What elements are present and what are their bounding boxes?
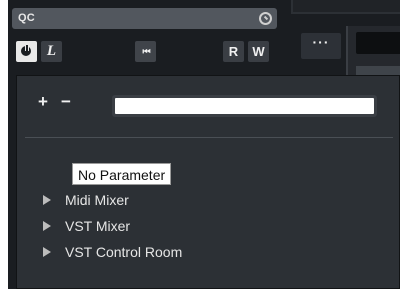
triangle-right-icon[interactable] [43, 195, 51, 206]
triangle-right-icon[interactable] [43, 247, 51, 258]
power-button[interactable] [16, 41, 37, 62]
parameter-selector-popup: + − No Parameter Midi Mixer VST Mixer VS… [16, 75, 400, 289]
tree-item-vst-mixer[interactable]: VST Mixer [43, 216, 130, 236]
remove-button[interactable]: − [61, 93, 71, 111]
right-panel-slot[interactable] [356, 32, 400, 54]
learn-button[interactable]: L [41, 41, 62, 62]
link-circle-icon[interactable] [259, 12, 272, 25]
tree-item-vst-control-room[interactable]: VST Control Room [43, 242, 182, 262]
tooltip-no-parameter: No Parameter [72, 163, 172, 185]
tree-item-label: VST Control Room [65, 244, 183, 260]
add-button[interactable]: + [38, 93, 48, 111]
right-top-panel [291, 0, 400, 14]
more-options-button[interactable]: ··· [301, 33, 341, 59]
read-automation-button[interactable]: R [223, 41, 244, 62]
tree-item-label: VST Mixer [65, 218, 131, 234]
tree-item-label: Midi Mixer [65, 192, 129, 208]
triangle-right-icon[interactable] [43, 221, 51, 232]
rewind-button[interactable]: ⏮ [135, 41, 156, 62]
right-side-panel [346, 26, 400, 81]
search-input[interactable] [115, 98, 374, 114]
quick-controls-header[interactable]: QC [12, 8, 277, 29]
write-automation-button[interactable]: W [248, 41, 269, 62]
power-icon [21, 44, 31, 56]
popup-toolbar: + − [17, 76, 399, 136]
quick-controls-title: QC [18, 12, 35, 24]
tree-item-midi-mixer[interactable]: Midi Mixer [43, 190, 129, 210]
divider [25, 137, 393, 138]
